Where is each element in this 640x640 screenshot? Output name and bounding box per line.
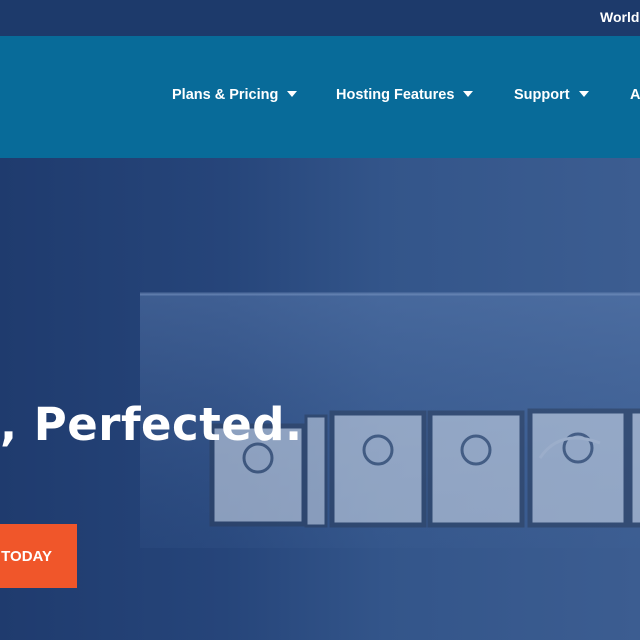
nav-item-label: Support bbox=[514, 87, 570, 103]
topbar-link[interactable]: World bbox=[600, 9, 639, 25]
main-navigation: Plans & Pricing Hosting Features Support… bbox=[0, 36, 640, 158]
get-started-button[interactable]: TODAY bbox=[0, 524, 77, 588]
nav-item-hosting-features[interactable]: Hosting Features bbox=[336, 87, 474, 103]
hero-section: , Perfected. TODAY bbox=[0, 158, 640, 640]
top-bar: World bbox=[0, 0, 640, 36]
nav-item-support[interactable]: Support bbox=[514, 87, 589, 103]
nav-item-label: Hosting Features bbox=[336, 87, 455, 103]
cta-label: TODAY bbox=[1, 548, 52, 565]
nav-item-plans-pricing[interactable]: Plans & Pricing bbox=[172, 87, 298, 103]
hero-headline: , Perfected. bbox=[0, 398, 303, 451]
nav-item-label: A bbox=[630, 87, 640, 103]
caret-down-icon bbox=[578, 91, 589, 98]
nav-item-truncated[interactable]: A bbox=[630, 87, 640, 103]
nav-item-label: Plans & Pricing bbox=[172, 87, 279, 103]
caret-down-icon bbox=[287, 91, 298, 98]
caret-down-icon bbox=[463, 91, 474, 98]
